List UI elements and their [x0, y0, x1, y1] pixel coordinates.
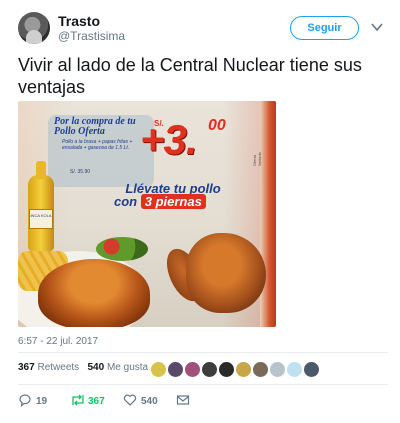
tweet-text: Vivir al lado de la Central Nuclear tien…	[18, 55, 362, 97]
old-price: S/. 35.90	[70, 169, 91, 175]
liker-avatar[interactable]	[235, 361, 252, 378]
salad	[96, 237, 148, 261]
envelope-icon	[176, 395, 190, 405]
bottle-label: INCA KOLA	[29, 209, 53, 229]
liker-avatar[interactable]	[184, 361, 201, 378]
author-name[interactable]: Trasto	[58, 13, 100, 29]
liker-avatar[interactable]	[201, 361, 218, 378]
liker-avatar[interactable]	[252, 361, 269, 378]
headline-2-prefix: con	[114, 194, 141, 209]
tweet-timestamp[interactable]: 6:57 - 22 jul. 2017	[18, 336, 98, 347]
headline-2-highlight: 3 piernas	[140, 194, 206, 209]
reply-count: 19	[36, 396, 48, 407]
avatar[interactable]	[18, 12, 50, 44]
promo-small-text: Pollo a la brasa + papas fritas + ensala…	[62, 139, 133, 151]
liker-avatar[interactable]	[150, 361, 167, 378]
price-main: +3.	[140, 116, 198, 163]
reply-icon	[19, 394, 31, 407]
liker-avatar[interactable]	[303, 361, 320, 378]
retweet-count: 367	[88, 396, 105, 407]
tweet-actions: 19 367 540	[18, 393, 218, 411]
roast-chicken	[38, 259, 150, 327]
divider	[18, 352, 388, 353]
chicken-piece	[186, 233, 266, 313]
heart-icon	[123, 394, 137, 406]
message-button[interactable]	[176, 393, 196, 409]
tweet-header: Trasto @Trastisima Seguir	[18, 12, 388, 48]
vertical-note: Oferta limitada	[252, 152, 262, 166]
retweet-icon	[72, 394, 84, 406]
chevron-down-icon[interactable]	[370, 20, 384, 34]
retweet-button[interactable]: 367	[70, 393, 120, 409]
like-count: 540	[141, 396, 158, 407]
author-handle[interactable]: @Trastisima	[58, 29, 125, 43]
retweets-label[interactable]: Retweets	[37, 362, 79, 373]
promo-line: Por la compra de tu Pollo Oferta	[54, 116, 136, 137]
liker-avatar[interactable]	[286, 361, 303, 378]
image-edge	[260, 101, 276, 327]
follow-button[interactable]: Seguir	[290, 16, 359, 40]
liker-avatar[interactable]	[269, 361, 286, 378]
divider	[18, 384, 388, 385]
likes-label[interactable]: Me gusta	[107, 362, 148, 373]
price-cents: 00	[208, 117, 226, 134]
retweets-count[interactable]: 367	[18, 362, 35, 373]
tweet-image[interactable]: Por la compra de tu Pollo Oferta Pollo a…	[18, 101, 276, 327]
likes-count[interactable]: 540	[88, 362, 105, 373]
reply-button[interactable]: 19	[18, 393, 58, 409]
liker-avatar[interactable]	[218, 361, 235, 378]
bottle-neck	[36, 161, 46, 179]
headline-2: con 3 piernas	[114, 194, 206, 209]
like-button[interactable]: 540	[123, 393, 173, 409]
tweet-stats: 367 Retweets 540 Me gusta	[18, 362, 148, 380]
liker-avatar[interactable]	[167, 361, 184, 378]
soda-bottle: INCA KOLA	[28, 161, 54, 251]
